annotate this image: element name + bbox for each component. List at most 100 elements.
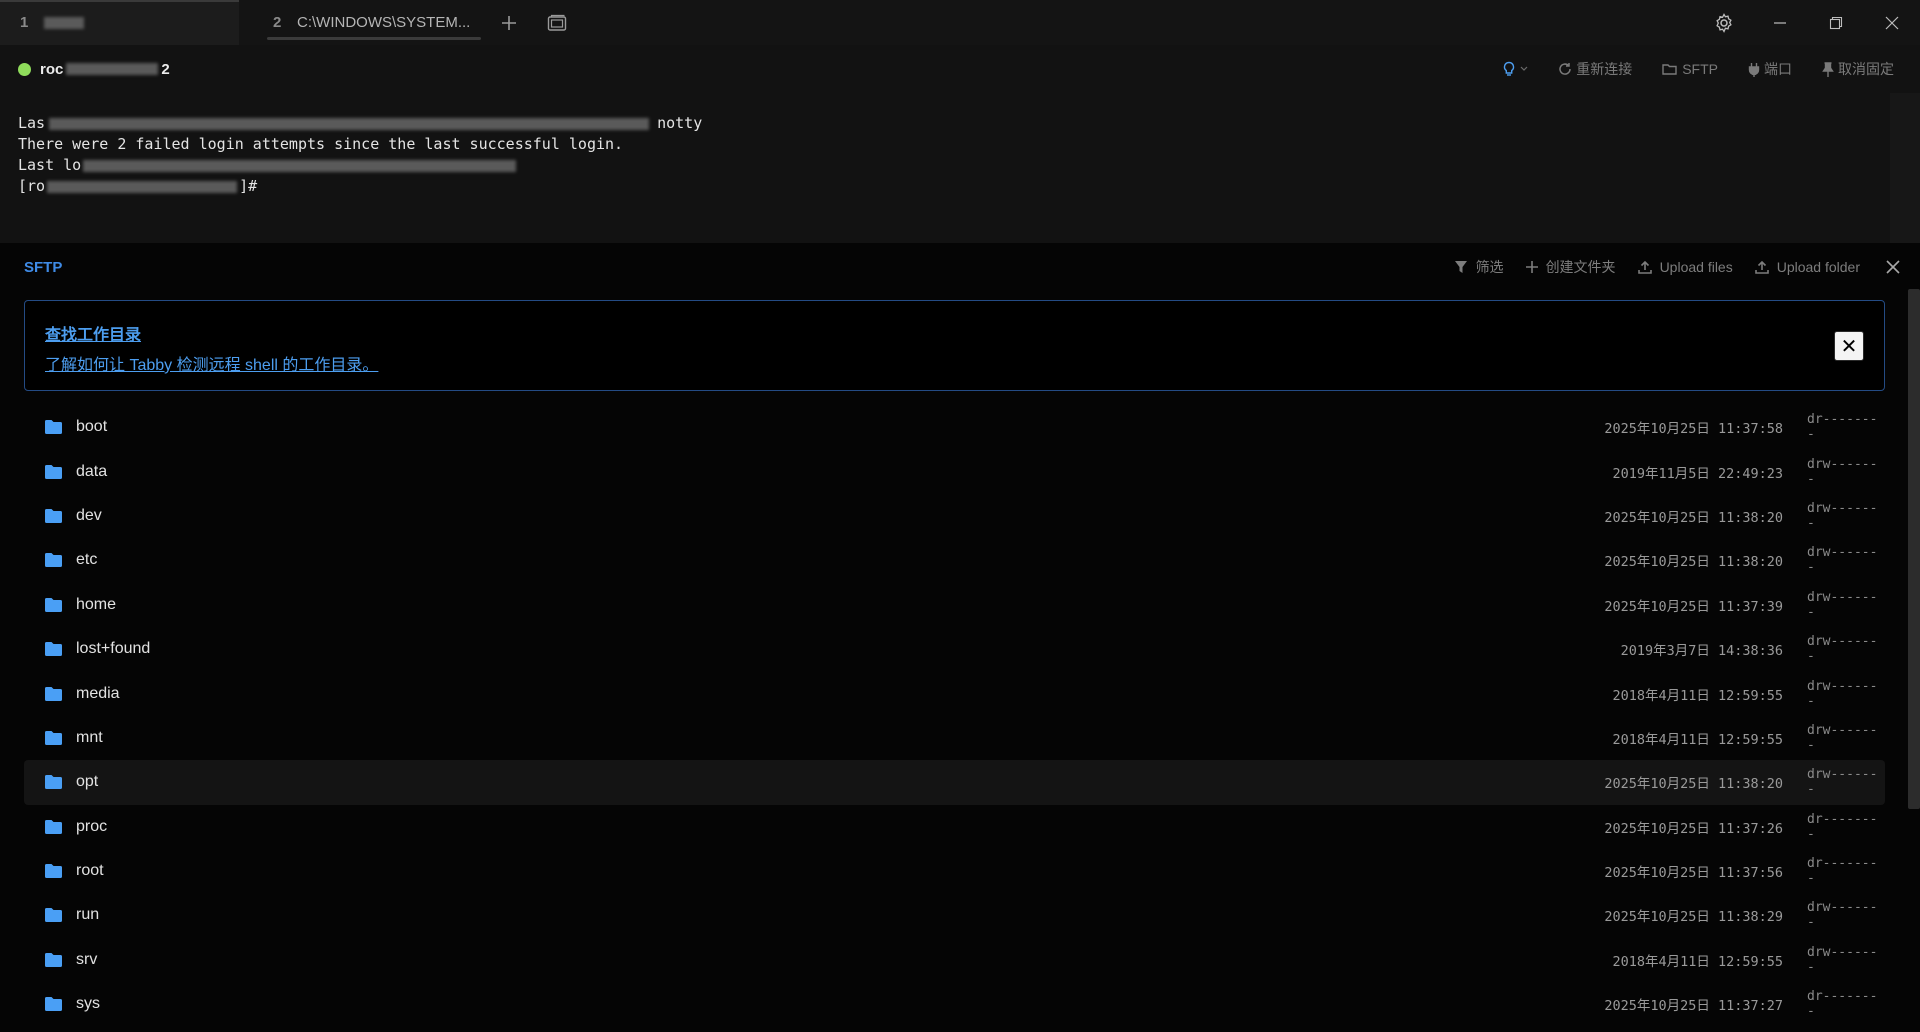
folder-icon — [44, 641, 63, 657]
plug-icon — [1748, 62, 1760, 77]
pin-icon — [1822, 61, 1834, 77]
alert-title[interactable]: 查找工作目录 — [45, 321, 1884, 345]
reconnect-label: 重新连接 — [1576, 61, 1633, 77]
file-modified-date: 2025年10月25日 11:38:20 — [1604, 776, 1783, 793]
tab-title: C:\WINDOWS\SYSTEM... — [297, 14, 471, 31]
file-row[interactable]: run 2025年10月25日 11:38:29 drw------- — [24, 893, 1885, 937]
chevron-down-icon — [1520, 66, 1528, 71]
upload-folder-label: Upload folder — [1776, 259, 1860, 275]
terminal-text: Last lo — [18, 156, 82, 174]
filter-button[interactable]: 筛选 — [1454, 257, 1504, 277]
terminal-line: Last lo — [18, 155, 1890, 176]
file-permissions: drw------- — [1807, 456, 1878, 487]
settings-button[interactable] — [1696, 0, 1752, 45]
file-name: srv — [76, 950, 98, 968]
file-row[interactable]: boot 2025年10月25日 11:37:58 dr-------- — [24, 405, 1885, 449]
terminal-line: Las notty — [18, 113, 1890, 134]
terminal-output[interactable]: Las notty There were 2 failed login atte… — [0, 93, 1890, 243]
terminal-text: notty — [657, 114, 703, 132]
file-permissions: drw------- — [1807, 722, 1878, 753]
file-permissions: dr-------- — [1807, 989, 1878, 1020]
file-permissions: drw------- — [1807, 634, 1878, 665]
file-row[interactable]: srv 2018年4月11日 12:59:55 drw------- — [24, 938, 1885, 982]
host-redacted — [66, 63, 159, 75]
restore-button[interactable] — [1808, 0, 1864, 45]
file-name: lost+found — [76, 640, 151, 658]
file-modified-date: 2025年10月25日 11:38:20 — [1604, 509, 1783, 526]
alert-close-button[interactable]: ✕ — [1834, 331, 1864, 361]
file-name: sys — [76, 995, 100, 1013]
file-name: run — [76, 906, 100, 924]
file-name: home — [76, 595, 117, 613]
close-icon: ✕ — [1840, 335, 1858, 358]
terminal-line: There were 2 failed login attempts since… — [18, 135, 624, 153]
file-modified-date: 2025年10月25日 11:37:58 — [1604, 421, 1783, 438]
sftp-scrollbar[interactable] — [1908, 289, 1920, 809]
create-folder-button[interactable]: 创建文件夹 — [1525, 257, 1616, 277]
file-permissions: drw------- — [1807, 500, 1878, 531]
create-folder-label: 创建文件夹 — [1545, 259, 1616, 275]
folder-icon — [44, 552, 63, 568]
file-modified-date: 2025年10月25日 11:38:29 — [1604, 909, 1783, 926]
upload-files-button[interactable]: Upload files — [1637, 259, 1733, 275]
plus-icon — [502, 15, 516, 30]
sftp-toolbar: SFTP 筛选 创建文件夹 Upload files Upload folder — [0, 243, 1920, 291]
folder-icon — [44, 508, 63, 524]
close-window-button[interactable] — [1864, 0, 1920, 45]
file-modified-date: 2025年10月25日 11:38:20 — [1604, 554, 1783, 571]
upload-folder-button[interactable]: Upload folder — [1754, 259, 1860, 275]
file-row[interactable]: proc 2025年10月25日 11:37:26 dr-------- — [24, 805, 1885, 849]
folder-icon — [44, 863, 63, 879]
file-row[interactable]: media 2018年4月11日 12:59:55 drw------- — [24, 671, 1885, 715]
file-row[interactable]: sys 2025年10月25日 11:37:27 dr-------- — [24, 982, 1885, 1026]
file-permissions: drw------- — [1807, 589, 1878, 620]
ports-button[interactable]: 端口 — [1748, 59, 1792, 79]
unpin-label: 取消固定 — [1838, 61, 1894, 77]
minimize-button[interactable] — [1752, 0, 1808, 45]
window-controls — [1696, 0, 1920, 45]
file-row[interactable]: opt 2025年10月25日 11:38:20 drw------- — [24, 760, 1885, 805]
file-row[interactable]: lost+found 2019年3月7日 14:38:36 drw------- — [24, 627, 1885, 671]
window-icon — [547, 14, 567, 31]
file-permissions: drw------- — [1807, 678, 1878, 709]
sftp-panel: SFTP 筛选 创建文件夹 Upload files Upload folder — [0, 243, 1920, 1032]
hint-button[interactable] — [1502, 61, 1528, 77]
terminal-scrollbar[interactable] — [1890, 93, 1920, 243]
ports-label: 端口 — [1764, 61, 1792, 77]
file-row[interactable]: etc 2025年10月25日 11:38:20 drw------- — [24, 538, 1885, 582]
file-row[interactable]: root 2025年10月25日 11:37:56 dr-------- — [24, 849, 1885, 893]
folder-icon — [44, 952, 63, 968]
folder-icon — [44, 819, 63, 835]
tab-title-redacted — [44, 16, 84, 29]
terminal-text: [ro — [18, 177, 46, 195]
tab-2[interactable]: 2 C:\WINDOWS\SYSTEM... — [253, 0, 481, 45]
upload-icon — [1754, 260, 1769, 274]
profiles-button[interactable] — [537, 0, 577, 45]
file-name: etc — [76, 551, 98, 569]
file-row[interactable]: dev 2025年10月25日 11:38:20 drw------- — [24, 494, 1885, 538]
unpin-button[interactable]: 取消固定 — [1822, 59, 1894, 79]
file-row[interactable]: data 2019年11月5日 22:49:23 drw------- — [24, 449, 1885, 493]
file-row[interactable]: home 2025年10月25日 11:37:39 drw------- — [24, 583, 1885, 627]
new-tab-button[interactable] — [481, 0, 537, 45]
file-name: media — [76, 684, 120, 702]
terminal-text: Las — [18, 114, 46, 132]
alert-help-link[interactable]: 了解如何让 Tabby 检测远程 shell 的工作目录。 — [45, 351, 1884, 375]
file-permissions: dr-------- — [1807, 856, 1878, 887]
connection-status-dot — [18, 62, 31, 76]
file-name: dev — [76, 506, 102, 524]
file-modified-date: 2018年4月11日 12:59:55 — [1612, 953, 1783, 970]
close-icon — [1885, 16, 1899, 29]
close-sftp-button[interactable] — [1886, 260, 1900, 274]
tab-bar: 1 2 C:\WINDOWS\SYSTEM... — [0, 0, 1920, 45]
gear-icon — [1716, 12, 1732, 33]
file-row[interactable]: mnt 2018年4月11日 12:59:55 drw------- — [24, 716, 1885, 760]
host-prefix: roc — [40, 60, 64, 78]
reconnect-button[interactable]: 重新连接 — [1558, 59, 1632, 79]
filter-icon — [1454, 261, 1467, 273]
sftp-button[interactable]: SFTP — [1662, 61, 1718, 77]
folder-icon — [44, 774, 63, 790]
tab-1[interactable]: 1 — [0, 0, 239, 45]
file-permissions: dr-------- — [1807, 811, 1878, 842]
file-name: root — [76, 862, 104, 880]
